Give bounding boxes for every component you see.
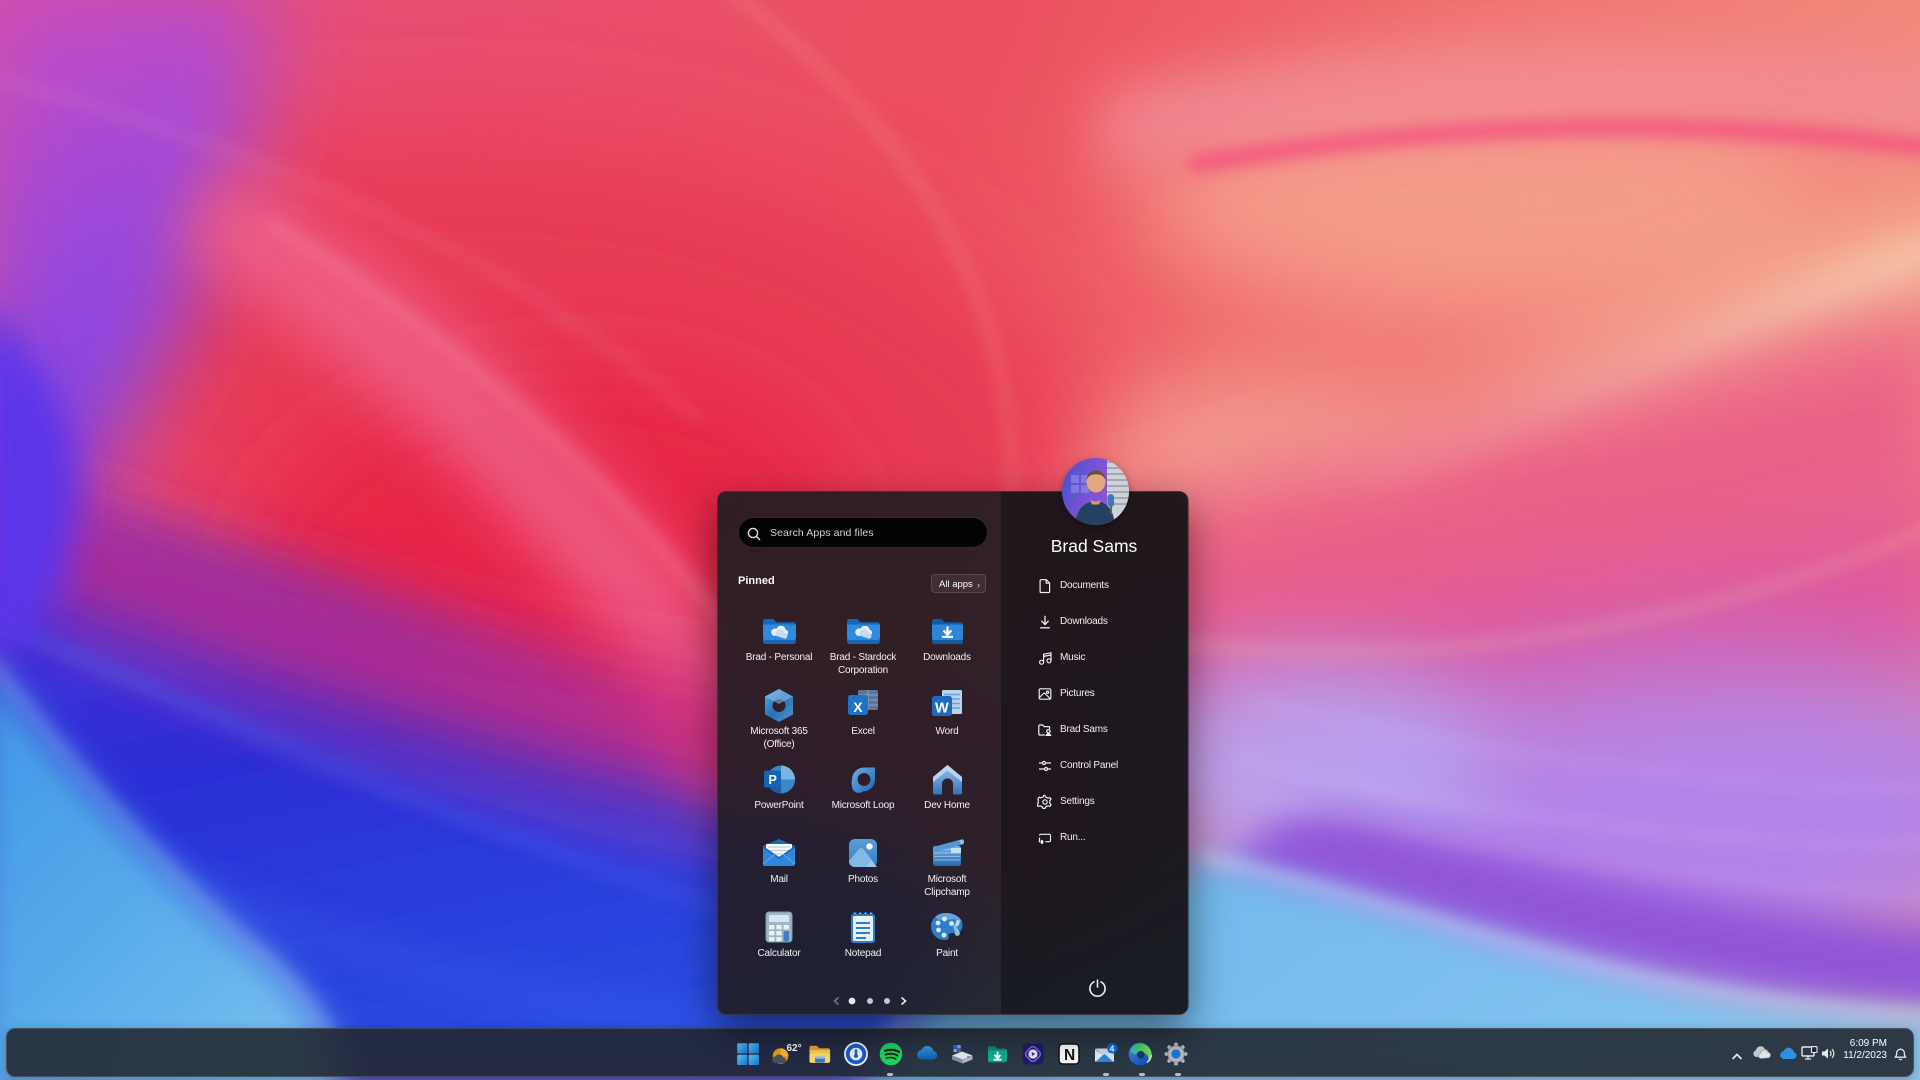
svg-text:62°: 62° [787, 1043, 802, 1054]
svg-text:W: W [935, 701, 949, 717]
svg-text:N: N [1064, 1047, 1075, 1064]
svg-text:X: X [853, 699, 863, 715]
svg-text:4: 4 [1110, 1044, 1115, 1054]
svg-text:P: P [768, 772, 776, 786]
